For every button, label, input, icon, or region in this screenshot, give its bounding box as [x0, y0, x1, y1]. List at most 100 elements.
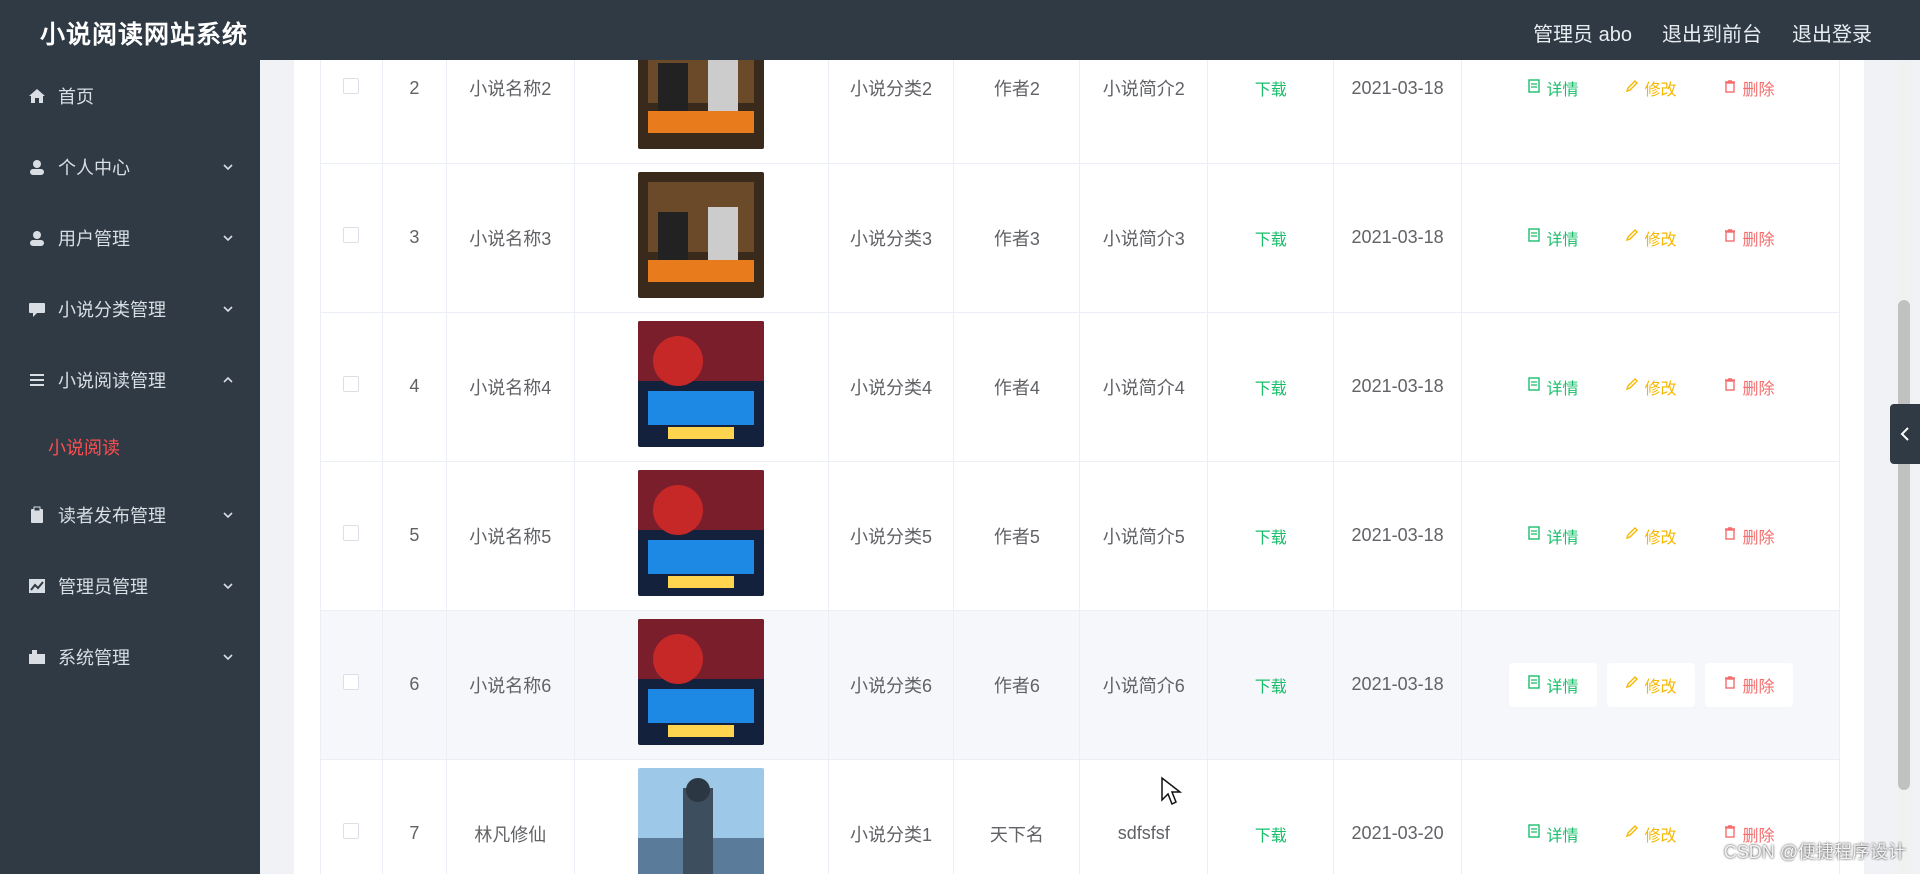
sidebar-item-reader-posts[interactable]: 读者发布管理	[0, 479, 260, 550]
delete-button[interactable]: 删除	[1704, 662, 1793, 707]
sidebar-item-label: 系统管理	[58, 647, 130, 668]
delete-button[interactable]: 删除	[1705, 514, 1793, 558]
table-row: 6 小说名称6 小说分类6 作者6 小说简介6 下载 2021-03-18 详情 修改 删除	[320, 610, 1840, 760]
cover-cell	[574, 163, 829, 313]
table-row: 4 小说名称4 小说分类4 作者4 小说简介4 下载 2021-03-18 详情 修改 删除	[320, 312, 1840, 462]
detail-button[interactable]: 详情	[1509, 216, 1597, 260]
actions-cell: 详情 修改 删除	[1461, 60, 1840, 164]
sidebar-item-home[interactable]: 首页	[0, 60, 260, 131]
download-link[interactable]: 下载	[1255, 82, 1287, 99]
sidebar-item-users[interactable]: 用户管理	[0, 202, 260, 273]
pencil-icon	[1625, 228, 1639, 247]
table-row: 7 林凡修仙 小说分类1 天下名 sdfsfsf 下载 2021-03-20 详情 修改 删除	[320, 759, 1840, 874]
sidebar-item-profile[interactable]: 个人中心	[0, 131, 260, 202]
row-checkbox-cell[interactable]	[320, 461, 383, 611]
delete-label: 删除	[1742, 82, 1775, 100]
sidebar-item-reading[interactable]: 小说阅读管理	[0, 344, 260, 415]
pencil-icon	[1625, 675, 1639, 694]
header-links: 管理员 abo 退出到前台 退出登录	[1533, 18, 1872, 47]
edit-button[interactable]: 修改	[1607, 216, 1695, 260]
admin-name[interactable]: 管理员 abo	[1533, 18, 1632, 47]
edit-button[interactable]: 修改	[1607, 365, 1695, 409]
row-checkbox-cell[interactable]	[320, 312, 383, 462]
novel-date: 2021-03-18	[1333, 610, 1463, 760]
row-checkbox[interactable]	[343, 823, 360, 839]
delete-button[interactable]: 删除	[1705, 66, 1793, 110]
sidebar-item-admins[interactable]: 管理员管理	[0, 550, 260, 621]
novel-table: 2 小说名称2 小说分类2 作者2 小说简介2 下载 2021-03-18 详情 修改 删除 3 小说…	[320, 60, 1840, 874]
detail-button[interactable]: 详情	[1509, 66, 1597, 110]
mouse-cursor-icon	[1160, 776, 1184, 808]
novel-date: 2021-03-18	[1333, 312, 1463, 462]
row-checkbox-cell[interactable]	[320, 163, 383, 313]
document-icon	[1527, 228, 1541, 247]
chevron-down-icon	[222, 647, 234, 661]
collapse-panel-tab[interactable]	[1890, 404, 1920, 464]
row-checkbox[interactable]	[343, 77, 360, 94]
download-link[interactable]: 下载	[1255, 679, 1287, 696]
edit-label: 修改	[1644, 529, 1677, 547]
download-link[interactable]: 下载	[1255, 530, 1287, 547]
row-index: 2	[382, 60, 447, 164]
sidebar-subitem-novel-reading[interactable]: 小说阅读	[0, 415, 260, 479]
download-link[interactable]: 下载	[1255, 381, 1287, 398]
detail-label: 详情	[1546, 82, 1579, 100]
detail-label: 详情	[1546, 529, 1579, 547]
novel-name: 小说名称4	[446, 312, 575, 462]
actions-cell: 详情 修改 删除	[1461, 163, 1840, 313]
delete-label: 删除	[1742, 678, 1775, 696]
download-link[interactable]: 下载	[1255, 828, 1287, 845]
watermark: CSDN @便捷程序设计	[1723, 842, 1906, 862]
logout-link[interactable]: 退出登录	[1792, 18, 1872, 47]
document-icon	[1527, 824, 1541, 843]
edit-button[interactable]: 修改	[1606, 662, 1695, 707]
pencil-icon	[1625, 79, 1639, 98]
sidebar-item-label: 用户管理	[58, 228, 130, 249]
row-checkbox-cell[interactable]	[320, 60, 383, 164]
edit-button[interactable]: 修改	[1607, 66, 1695, 110]
sidebar-item-system[interactable]: 系统管理	[0, 621, 260, 692]
delete-button[interactable]: 删除	[1705, 216, 1793, 260]
back-to-front-link[interactable]: 退出到前台	[1662, 18, 1762, 47]
row-index: 4	[382, 312, 447, 462]
novel-name: 小说名称5	[446, 461, 575, 611]
detail-button[interactable]: 详情	[1509, 514, 1597, 558]
edit-button[interactable]: 修改	[1607, 514, 1695, 558]
novel-date: 2021-03-18	[1333, 163, 1463, 313]
table-row: 3 小说名称3 小说分类3 作者3 小说简介3 下载 2021-03-18 详情 修改 删除	[320, 163, 1840, 313]
row-index: 5	[382, 461, 447, 611]
scrollbar-thumb[interactable]	[1898, 300, 1910, 790]
edit-button[interactable]: 修改	[1607, 812, 1695, 856]
row-checkbox[interactable]	[343, 227, 360, 243]
detail-button[interactable]: 详情	[1508, 662, 1597, 707]
detail-button[interactable]: 详情	[1509, 365, 1597, 409]
app-title: 小说阅读网站系统	[40, 21, 249, 49]
row-checkbox[interactable]	[343, 376, 360, 392]
actions-cell: 详情 修改 删除	[1461, 461, 1840, 611]
novel-category: 小说分类4	[828, 312, 955, 462]
actions-cell: 详情 修改 删除	[1461, 312, 1840, 462]
row-checkbox-cell[interactable]	[320, 759, 383, 874]
detail-label: 详情	[1546, 678, 1579, 696]
chevron-down-icon	[222, 228, 234, 242]
edit-label: 修改	[1644, 231, 1677, 249]
cover-cell	[574, 60, 829, 164]
sidebar-item-category[interactable]: 小说分类管理	[0, 273, 260, 344]
download-cell: 下载	[1207, 461, 1335, 611]
row-index: 3	[382, 163, 447, 313]
row-checkbox[interactable]	[343, 674, 360, 690]
detail-label: 详情	[1546, 231, 1579, 249]
detail-button[interactable]: 详情	[1509, 812, 1597, 856]
novel-name: 小说名称3	[446, 163, 575, 313]
row-checkbox-cell[interactable]	[320, 610, 383, 760]
delete-label: 删除	[1742, 380, 1775, 398]
row-index: 7	[382, 759, 447, 874]
novel-cover-image	[638, 172, 765, 298]
trash-icon	[1723, 526, 1737, 545]
row-checkbox[interactable]	[343, 525, 360, 541]
delete-button[interactable]: 删除	[1705, 365, 1793, 409]
user-icon	[28, 158, 46, 176]
chevron-up-icon	[222, 370, 234, 383]
table-row: 5 小说名称5 小说分类5 作者5 小说简介5 下载 2021-03-18 详情 修改 删除	[320, 461, 1840, 611]
download-link[interactable]: 下载	[1255, 232, 1287, 249]
